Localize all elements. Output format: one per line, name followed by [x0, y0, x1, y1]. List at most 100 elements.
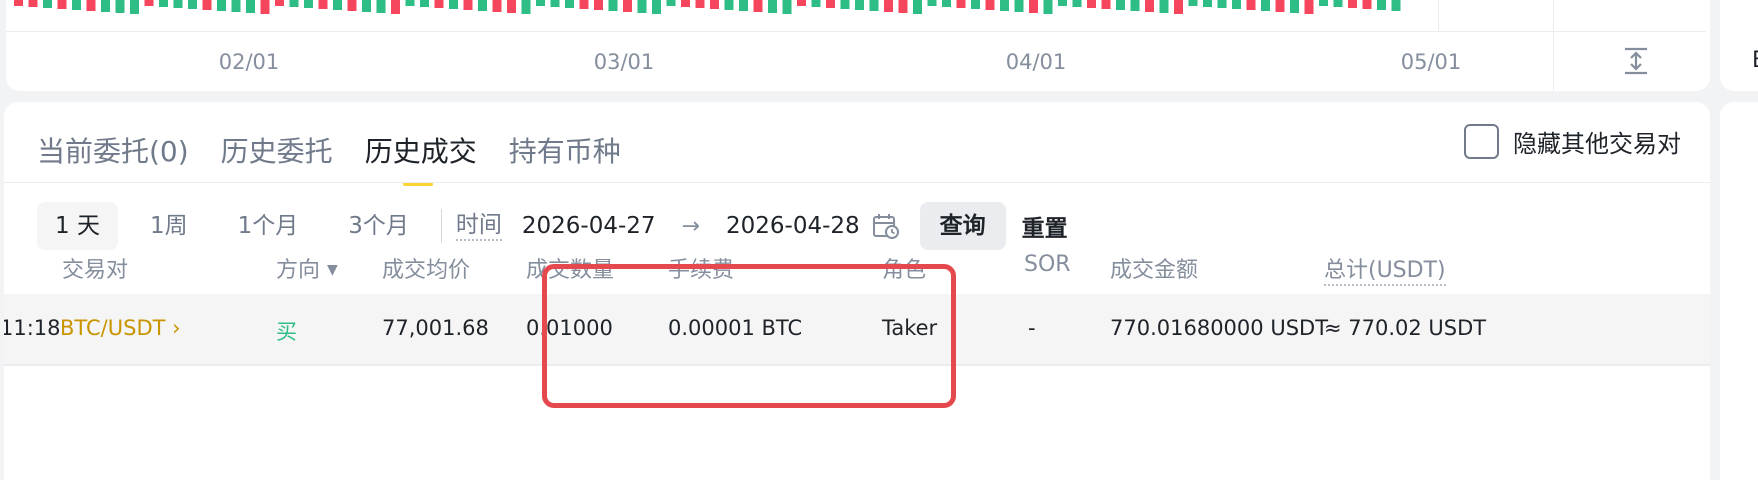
volume-bar [188, 0, 197, 9]
volume-bar [1087, 0, 1096, 8]
volume-bar [463, 0, 473, 10]
x-tick-label: 05/01 [1400, 50, 1462, 74]
tab-trade-history[interactable]: 历史成交 [365, 130, 477, 186]
period-1d-button[interactable]: 1 天 [37, 202, 118, 250]
x-tick-label: 04/01 [1005, 50, 1067, 74]
volume-bar [1290, 0, 1299, 13]
hide-other-pairs-toggle[interactable]: 隐藏其他交易对 [1464, 124, 1681, 159]
col-header-pair: 交易对 [62, 258, 129, 283]
volume-bar [333, 0, 342, 10]
volume-bar [43, 0, 52, 8]
col-header-amount: 成交金额 [1110, 258, 1199, 283]
volume-bar [608, 0, 618, 11]
volume-bar [710, 0, 719, 9]
volume-bar [1333, 0, 1343, 7]
period-1m-button[interactable]: 1个月 [220, 202, 317, 250]
volume-bar [753, 0, 763, 12]
chart-axis-line [6, 31, 1706, 32]
tab-order-history[interactable]: 历史委托 [221, 130, 333, 178]
volume-bar [507, 0, 516, 13]
volume-bar [695, 0, 705, 8]
kline-chart-panel[interactable]: 02/01 03/01 04/01 05/01 [6, 0, 1710, 91]
volume-bar [884, 0, 893, 12]
col-header-side-label: 方向 [276, 258, 321, 283]
query-button[interactable]: 查询 [919, 202, 1006, 250]
volume-bar [1188, 0, 1198, 6]
calendar-icon[interactable] [872, 212, 900, 240]
volume-bar [405, 0, 415, 6]
time-label: 时间 [455, 211, 502, 241]
period-3m-button[interactable]: 3个月 [330, 202, 427, 250]
cell-amount: 770.01680000 USDT [1110, 316, 1329, 340]
volume-bar [318, 0, 328, 9]
col-header-side[interactable]: 方向 ▼ [276, 252, 338, 284]
col-header-avg-price: 成交均价 [382, 258, 471, 283]
volume-bar [971, 0, 980, 9]
volume-bar [550, 0, 560, 7]
volume-bar [217, 0, 226, 11]
volume-bar [260, 0, 270, 14]
tab-holdings[interactable]: 持有币种 [509, 130, 621, 178]
volume-bar [492, 0, 502, 12]
volume-bar [956, 0, 966, 8]
volume-bar [28, 0, 38, 7]
hide-other-pairs-checkbox[interactable] [1464, 124, 1499, 159]
volume-bar [304, 0, 313, 8]
tab-open-orders[interactable]: 当前委托(0) [37, 130, 189, 178]
cell-time: 11:18 [4, 316, 61, 340]
col-header-sor: SOR [1024, 252, 1071, 277]
volume-bar [1000, 0, 1009, 11]
volume-bar [1232, 0, 1241, 9]
volume-bar [1014, 0, 1024, 12]
hide-other-pairs-label: 隐藏其他交易对 [1513, 130, 1681, 158]
volume-bar [768, 0, 777, 13]
volume-bar [1319, 0, 1328, 6]
start-date-input[interactable]: 2026-04-27 [522, 213, 656, 239]
cell-total: ≈ 770.02 USDT [1324, 316, 1487, 340]
volume-bar [173, 0, 183, 8]
volume-bar [666, 0, 676, 6]
volume-bar [86, 0, 96, 11]
expand-vertical-icon[interactable] [1621, 46, 1651, 76]
volume-bar [913, 0, 922, 14]
volume-bar [57, 0, 67, 9]
volume-bar [1203, 0, 1212, 7]
chart-divider [1438, 0, 1439, 31]
volume-bar [478, 0, 487, 11]
volume-bar [739, 0, 748, 11]
volume-bar [1246, 0, 1256, 10]
volume-bar [159, 0, 168, 7]
volume-bar [362, 0, 371, 12]
volume-bar [347, 0, 357, 11]
volume-bar [1043, 0, 1053, 14]
right-top-panel: B [1720, 0, 1758, 91]
volume-bar [14, 0, 23, 6]
right-bottom-panel [1720, 102, 1758, 480]
volume-bar [1058, 0, 1067, 6]
volume-bar [565, 0, 574, 8]
cell-pair-link[interactable]: BTC/USDT › [60, 316, 181, 340]
volume-bar [1130, 0, 1140, 11]
volume-bar [942, 0, 951, 7]
volume-bar [202, 0, 212, 10]
volume-bar [289, 0, 299, 7]
period-1w-button[interactable]: 1周 [132, 202, 206, 250]
x-tick-label: 02/01 [218, 50, 280, 74]
right-panel-text: B [1752, 48, 1758, 73]
volume-bar [376, 0, 386, 13]
volume-bar [275, 0, 284, 6]
reset-button[interactable]: 重置 [1006, 202, 1084, 250]
volume-bar [985, 0, 995, 10]
tabs-divider [4, 182, 1710, 183]
volume-bar [1275, 0, 1285, 12]
volume-bar [434, 0, 444, 8]
volume-bar [797, 0, 806, 6]
volume-bar [623, 0, 632, 12]
volume-bar [637, 0, 647, 13]
col-header-total[interactable]: 总计(USDT) [1324, 252, 1446, 286]
cell-sor: - [1028, 316, 1036, 340]
volume-bar [115, 0, 125, 13]
volume-bar [1348, 0, 1357, 8]
volume-bar [826, 0, 835, 8]
end-date-input[interactable]: 2026-04-28 [726, 213, 860, 239]
